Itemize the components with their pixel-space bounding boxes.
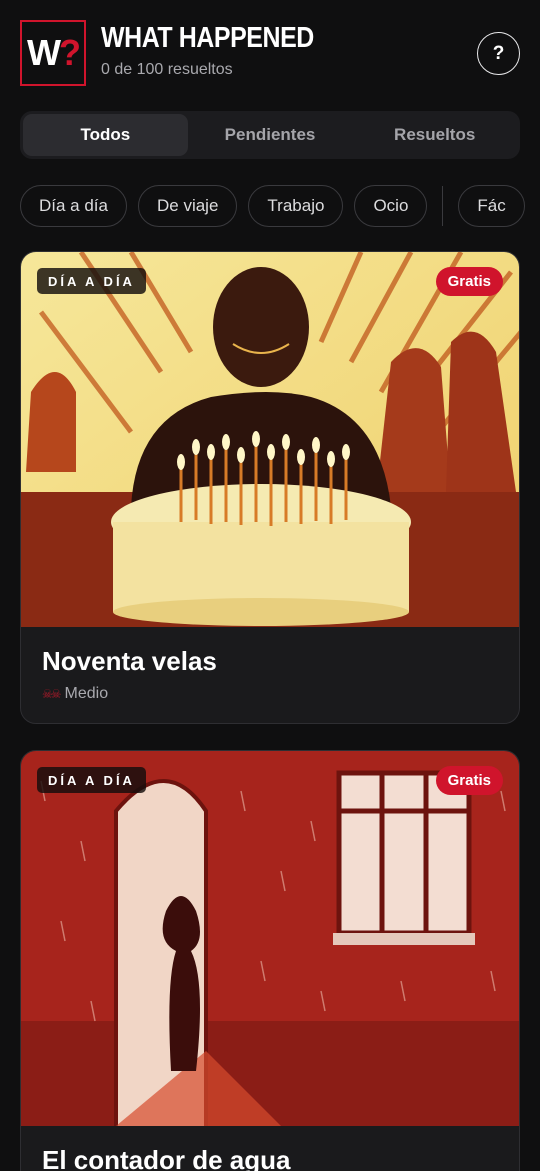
chip-facil[interactable]: Fác <box>458 185 525 227</box>
filter-chips: Día a día De viaje Trabajo Ocio Fác <box>20 185 540 227</box>
tab-pendientes[interactable]: Pendientes <box>188 114 353 156</box>
free-badge: Gratis <box>435 766 503 795</box>
rain-illustration <box>21 751 519 1126</box>
card-illustration: DÍA A DÍA Gratis <box>21 751 519 1126</box>
progress-subtitle: 0 de 100 resueltos <box>101 61 233 78</box>
app-logo: W? <box>20 20 86 86</box>
app-header: W? WHAT HAPPENED 0 de 100 resueltos ? <box>20 20 520 86</box>
tab-todos[interactable]: Todos <box>23 114 188 156</box>
card-title: El contador de agua <box>42 1145 291 1171</box>
status-tabs: Todos Pendientes Resueltos <box>20 111 520 159</box>
skull-icon: ☠☠ <box>42 687 61 701</box>
chip-de-viaje[interactable]: De viaje <box>138 185 238 227</box>
case-card[interactable]: DÍA A DÍA Gratis Noventa velas ☠☠ Medio <box>20 251 520 724</box>
help-button[interactable]: ? <box>477 32 520 75</box>
card-illustration: DÍA A DÍA Gratis <box>21 252 519 627</box>
difficulty-label: Medio <box>64 685 109 702</box>
chip-dia-a-dia[interactable]: Día a día <box>20 185 127 227</box>
chip-ocio[interactable]: Ocio <box>354 185 428 227</box>
chip-divider <box>442 186 444 226</box>
birthday-illustration <box>21 252 519 627</box>
help-icon: ? <box>492 42 505 64</box>
app-title: WHAT HAPPENED <box>101 22 314 54</box>
category-tag: DÍA A DÍA <box>37 767 146 793</box>
card-title: Noventa velas <box>42 646 217 676</box>
category-tag: DÍA A DÍA <box>37 268 146 294</box>
chip-trabajo[interactable]: Trabajo <box>248 185 344 227</box>
tab-resueltos[interactable]: Resueltos <box>352 114 517 156</box>
difficulty-row: ☠☠ Medio <box>42 685 108 703</box>
logo-question: ? <box>58 32 81 73</box>
case-card[interactable]: DÍA A DÍA Gratis El contador de agua <box>20 750 520 1171</box>
logo-letter: W <box>27 32 61 73</box>
free-badge: Gratis <box>435 267 503 296</box>
